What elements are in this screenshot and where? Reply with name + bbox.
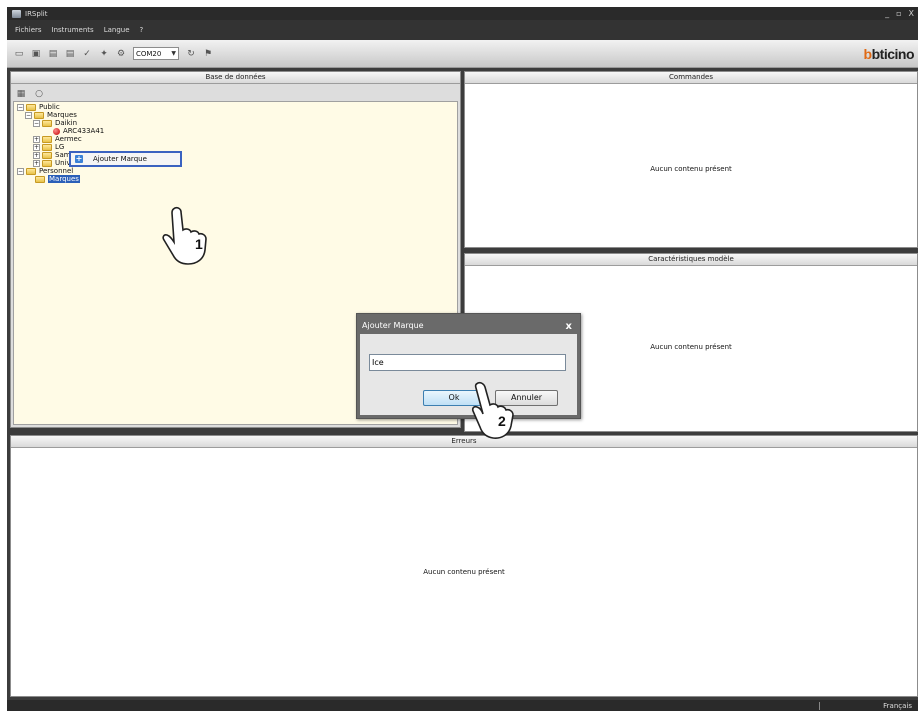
minimize-button[interactable]: _	[885, 9, 889, 18]
tree-node-public[interactable]: − Public	[17, 103, 104, 111]
open-folder-icon[interactable]: ▣	[29, 47, 43, 61]
save-icon[interactable]: ▤	[46, 47, 60, 61]
expand-icon[interactable]: +	[33, 135, 40, 143]
menu-help[interactable]: ?	[140, 26, 144, 34]
expand-icon[interactable]: +	[33, 143, 40, 151]
folder-icon	[42, 143, 52, 151]
toolbar: ▭ ▣ ▤ ▤ ✓ ✦ ⚙ COM20 ▼ ↻ ⚑	[7, 40, 918, 68]
pointing-hand-icon	[162, 206, 207, 265]
folder-icon	[42, 119, 52, 127]
menu-instruments[interactable]: Instruments	[52, 26, 94, 34]
title-bar: IRSplit _ ▫ X	[7, 7, 918, 20]
folder-icon	[26, 103, 36, 111]
folder-icon	[26, 167, 36, 175]
tree-node-marques-personnel[interactable]: Marques	[17, 175, 104, 183]
close-window-button[interactable]: X	[909, 9, 914, 18]
tree-node-aermec[interactable]: + Aermec	[17, 135, 104, 143]
context-menu: + Ajouter Marque	[69, 151, 182, 167]
dialog-title: Ajouter Marque	[362, 321, 424, 330]
save-as-icon[interactable]: ▤	[63, 47, 77, 61]
status-separator	[819, 702, 820, 710]
brand-name-input[interactable]	[369, 354, 566, 371]
settings-icon[interactable]: ⚙	[114, 47, 128, 61]
com-port-value: COM20	[136, 49, 162, 58]
errors-panel: Erreurs Aucun contenu présent	[10, 435, 918, 697]
context-menu-add-brand[interactable]: Ajouter Marque	[93, 155, 147, 163]
callout-1: 1	[195, 236, 203, 252]
status-bar: Français	[7, 700, 918, 711]
bticino-logo: bbticino	[863, 46, 915, 62]
folder-icon	[34, 111, 44, 119]
add-icon: +	[75, 154, 83, 163]
com-port-select[interactable]: COM20 ▼	[133, 47, 179, 60]
folder-icon	[42, 151, 52, 159]
commands-empty-text: Aucun contenu présent	[650, 165, 732, 173]
collapse-icon[interactable]: −	[17, 167, 24, 175]
app-icon	[12, 9, 21, 18]
collapse-icon[interactable]: −	[33, 119, 40, 127]
database-toolbar: ▦ ○	[14, 87, 46, 101]
commands-panel-title: Commandes	[465, 72, 917, 84]
tree-node-daikin[interactable]: − Daikin	[17, 119, 104, 127]
chevron-down-icon: ▼	[171, 50, 176, 57]
app-window: IRSplit _ ▫ X Fichiers Instruments Langu…	[7, 7, 918, 711]
tools-icon[interactable]: ✦	[97, 47, 111, 61]
logo-text: bticino	[871, 46, 915, 62]
remote-icon	[53, 127, 60, 135]
expand-icon[interactable]: +	[33, 151, 40, 159]
tree-node-personnel[interactable]: − Personnel	[17, 167, 104, 175]
errors-panel-title: Erreurs	[11, 436, 917, 448]
callout-2: 2	[498, 413, 506, 429]
close-icon[interactable]: x	[566, 321, 572, 332]
folder-icon	[42, 135, 52, 143]
folder-icon	[35, 175, 45, 183]
maximize-button[interactable]: ▫	[896, 9, 901, 18]
tree-node-marques[interactable]: − Marques	[17, 111, 104, 119]
pointing-hand-icon	[471, 381, 514, 439]
refresh-icon[interactable]: ↻	[184, 47, 198, 61]
expand-icon[interactable]: +	[33, 159, 40, 167]
new-file-icon[interactable]: ▭	[12, 47, 26, 61]
logo-mark: b	[863, 46, 873, 62]
status-language[interactable]: Français	[883, 702, 912, 710]
database-panel-title: Base de données	[11, 72, 460, 84]
connect-icon[interactable]: ✓	[80, 47, 94, 61]
folder-icon	[42, 159, 52, 167]
collapse-icon[interactable]: −	[25, 111, 32, 119]
window-title: IRSplit	[25, 9, 48, 18]
collapse-icon[interactable]: −	[17, 103, 24, 111]
remove-item-icon[interactable]: ○	[32, 87, 46, 101]
menu-fichiers[interactable]: Fichiers	[15, 26, 42, 34]
menu-bar: Fichiers Instruments Langue ?	[7, 20, 918, 40]
errors-empty-text: Aucun contenu présent	[423, 568, 505, 576]
flag-icon[interactable]: ⚑	[201, 47, 215, 61]
commands-panel: Commandes Aucun contenu présent	[464, 71, 918, 248]
tree-node-lg[interactable]: + LG	[17, 143, 104, 151]
characteristics-panel-title: Caractéristiques modèle	[465, 254, 917, 266]
window-controls: _ ▫ X	[885, 7, 914, 20]
add-item-icon[interactable]: ▦	[14, 87, 28, 101]
menu-langue[interactable]: Langue	[104, 26, 130, 34]
tree-node-arc433a41[interactable]: ARC433A41	[17, 127, 104, 135]
